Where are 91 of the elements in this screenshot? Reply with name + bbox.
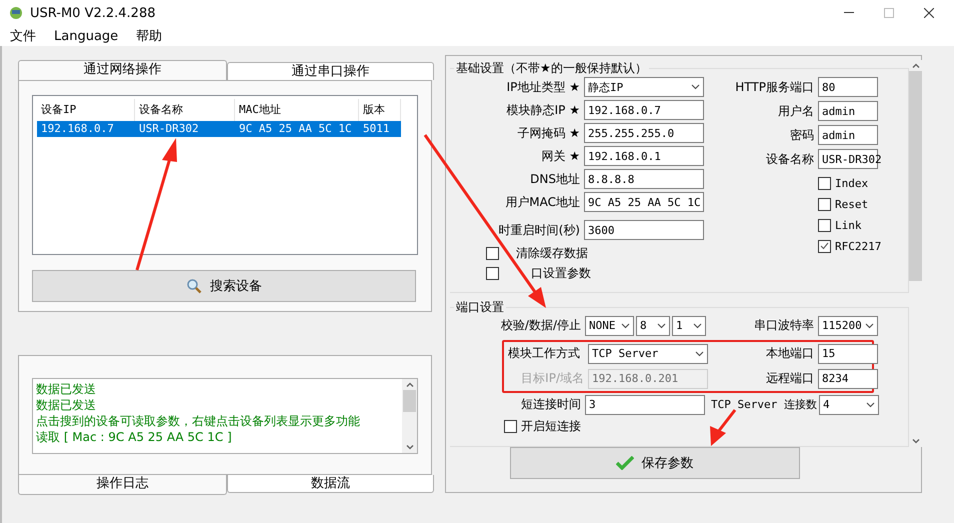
search-icon xyxy=(186,278,202,294)
field-label: 短连接时间 xyxy=(520,396,582,414)
table-cell[interactable]: USR-DR302 xyxy=(135,121,235,137)
tab[interactable]: 通过网络操作 xyxy=(18,60,227,80)
field-label: 子网掩码 ★ xyxy=(516,124,581,142)
checkbox-label: RFC2217 xyxy=(835,240,882,252)
field-label: 密码 xyxy=(789,126,815,144)
field-label: TCP Server 连接数 xyxy=(710,397,818,412)
field-label: HTTP服务端口 xyxy=(734,78,815,96)
close-icon[interactable] xyxy=(924,8,934,18)
dropdown-caret-icon xyxy=(691,84,700,90)
checkbox[interactable] xyxy=(504,420,517,434)
field-label: 远程端口 xyxy=(765,370,815,388)
field-label: 目标IP/域名 xyxy=(520,370,585,388)
field-label: 模块静态IP ★ xyxy=(506,102,581,118)
dropdown-field[interactable]: TCP Server xyxy=(588,344,708,364)
dropdown-field[interactable]: NONE xyxy=(585,316,634,336)
field-label: 模块工作方式 xyxy=(507,345,581,362)
input-field[interactable]: 8234 xyxy=(818,368,878,389)
minimize-icon[interactable] xyxy=(844,12,854,14)
window-title: USR-M0 V2.2.4.288 xyxy=(30,6,156,20)
input-field[interactable]: admin xyxy=(818,125,878,145)
dropdown-field[interactable]: 4 xyxy=(819,394,879,415)
log-line: 数据已发送 xyxy=(36,381,97,397)
input-field[interactable]: admin xyxy=(818,101,878,121)
scroll-up-icon[interactable] xyxy=(406,382,414,387)
field-label: 校验/数据/停止 xyxy=(500,317,582,334)
scrollbar-thumb[interactable] xyxy=(403,390,416,412)
input-field[interactable]: 9C A5 25 AA 5C 1C xyxy=(584,192,704,212)
field-label: 本地端口 xyxy=(765,345,815,362)
log-line: 点击搜到的设备可读取参数，右键点击设备列表显示更多功能 xyxy=(36,413,361,429)
table-cell[interactable]: 192.168.0.7 xyxy=(37,121,135,137)
input-field[interactable]: 8.8.8.8 xyxy=(584,169,704,189)
annotation-arrow xyxy=(710,409,736,446)
log-line: 读取 [ Mac : 9C A5 25 AA 5C 1C ] xyxy=(36,429,233,445)
scroll-up-icon[interactable] xyxy=(912,63,920,68)
checkbox-label: 清除缓存数据 xyxy=(516,244,588,262)
field-label: 时重启时间(秒) xyxy=(498,222,581,238)
checkbox[interactable] xyxy=(486,266,499,280)
scroll-down-icon[interactable] xyxy=(406,445,414,450)
dropdown-caret-icon xyxy=(865,322,874,329)
group-title: 基础设置（不带★的一般保持默认） xyxy=(455,60,648,77)
menu-item[interactable]: Language xyxy=(54,28,118,44)
dropdown-caret-icon xyxy=(621,322,630,329)
checkbox[interactable] xyxy=(818,218,831,232)
dropdown-field[interactable]: 1 xyxy=(672,316,706,336)
input-field[interactable]: 15 xyxy=(818,344,878,364)
dropdown-caret-icon xyxy=(693,322,702,329)
input-field[interactable]: 192.168.0.1 xyxy=(584,146,704,166)
checkbox-label: 开启短连接 xyxy=(521,418,581,436)
tab[interactable]: 通过串口操作 xyxy=(227,62,434,80)
checkbox-label: 口设置参数 xyxy=(531,264,591,282)
save-button[interactable]: 保存参数 xyxy=(510,447,800,479)
field-label: DNS地址 xyxy=(529,170,581,188)
tab[interactable]: 操作日志 xyxy=(18,475,227,495)
checkbox-label: Reset xyxy=(835,198,868,210)
group-title: 端口设置 xyxy=(455,298,505,316)
dropdown-field[interactable]: 115200 xyxy=(818,316,878,336)
input-field[interactable]: 3 xyxy=(585,394,705,415)
scrollbar-thumb[interactable] xyxy=(909,71,922,281)
dropdown-field[interactable]: 8 xyxy=(636,316,670,336)
dropdown-caret-icon xyxy=(657,322,666,329)
field-label: IP地址类型 ★ xyxy=(506,78,581,96)
menu-item[interactable]: 帮助 xyxy=(136,27,162,45)
field-label: 用户名 xyxy=(777,102,815,120)
field-label: 设备名称 xyxy=(765,150,815,168)
field-label: 网关 ★ xyxy=(540,148,581,164)
field-label: 串口波特率 xyxy=(753,317,815,334)
input-field[interactable]: 80 xyxy=(818,77,878,97)
search-button[interactable]: 搜索设备 xyxy=(32,270,416,302)
checkbox[interactable] xyxy=(818,176,831,190)
checkbox[interactable] xyxy=(818,240,831,252)
scroll-down-icon[interactable] xyxy=(912,439,920,444)
dropdown-caret-icon xyxy=(866,402,875,408)
checkmark-icon xyxy=(616,456,634,470)
tab[interactable]: 数据流 xyxy=(227,475,434,493)
checkbox-label: Index xyxy=(835,176,868,190)
field-label: 用户MAC地址 xyxy=(504,194,581,210)
dropdown-caret-icon xyxy=(695,350,704,357)
checkbox[interactable] xyxy=(818,198,831,210)
checkbox-label: Link xyxy=(835,218,862,232)
table-cell[interactable]: 5011 xyxy=(359,121,401,137)
menu-item[interactable]: 文件 xyxy=(10,27,36,45)
checkbox[interactable] xyxy=(486,246,499,260)
input-field[interactable]: 192.168.0.7 xyxy=(584,100,704,120)
input-field[interactable]: 255.255.255.0 xyxy=(584,123,704,143)
input-field[interactable]: 3600 xyxy=(584,220,704,240)
log-line: 数据已发送 xyxy=(36,397,97,413)
app-logo-icon xyxy=(8,5,24,21)
table-cell[interactable]: 9C A5 25 AA 5C 1C xyxy=(235,121,359,137)
dropdown-field[interactable]: 静态IP xyxy=(584,77,704,97)
